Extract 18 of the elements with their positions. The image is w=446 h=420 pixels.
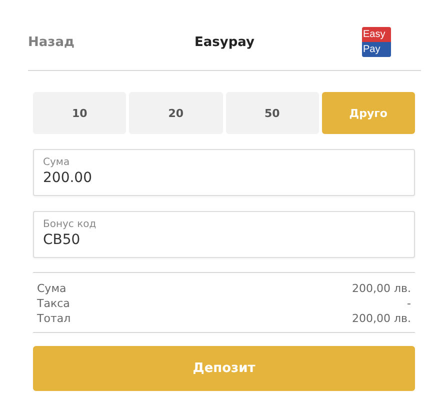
field-label: Сума: [43, 157, 71, 168]
summary-label: Тотал: [37, 311, 71, 326]
back-link[interactable]: Назад: [28, 34, 108, 50]
input-field[interactable]: Бонус код CB50: [33, 211, 415, 258]
summary-value: -: [407, 296, 411, 311]
amount-option[interactable]: 20: [129, 92, 222, 134]
input-field[interactable]: 200.00: [43, 170, 405, 186]
field-label: Бонус код: [43, 219, 98, 230]
input-field[interactable]: CB50: [43, 232, 405, 248]
summary-label: Сума: [37, 281, 66, 296]
summary-value: 200,00 лв.: [352, 281, 411, 296]
page-title: Easypay: [194, 34, 255, 50]
amount-option[interactable]: 10: [33, 92, 126, 134]
summary-label: Такса: [37, 296, 70, 311]
summary-value: 200,00 лв.: [352, 311, 411, 326]
amount-option[interactable]: 50: [226, 92, 319, 134]
easypay-logo: Easy Pay: [362, 27, 391, 57]
input-field[interactable]: Сума 200.00: [33, 149, 415, 196]
